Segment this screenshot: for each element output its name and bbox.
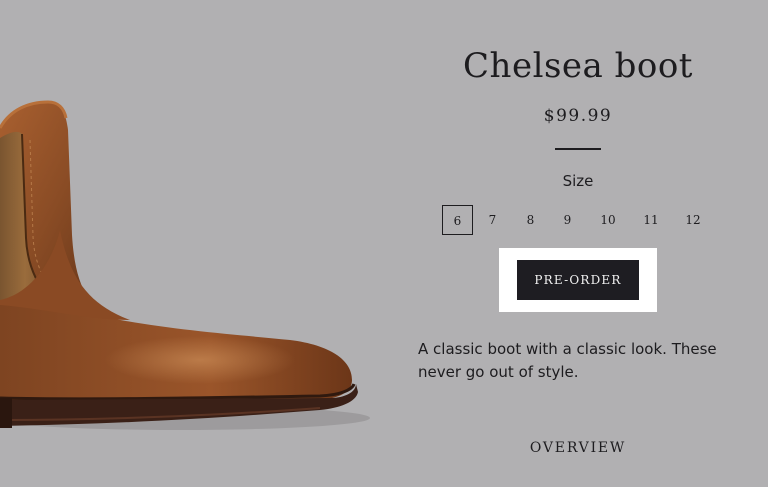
product-description: A classic boot with a classic look. Thes… xyxy=(418,340,717,381)
size-option-12[interactable]: 12 xyxy=(672,205,714,235)
product-title: Chelsea boot xyxy=(463,46,693,86)
product-price: $99.99 xyxy=(543,106,613,126)
size-selector: 6 7 8 9 10 11 12 xyxy=(442,205,714,235)
overview-tab[interactable]: OVERVIEW xyxy=(420,440,736,456)
size-option-8[interactable]: 8 xyxy=(512,205,549,235)
size-option-11[interactable]: 11 xyxy=(630,205,672,235)
size-option-9[interactable]: 9 xyxy=(549,205,586,235)
size-label: Size xyxy=(562,172,594,190)
product-image xyxy=(0,0,400,487)
size-option-6[interactable]: 6 xyxy=(442,205,473,235)
title-divider xyxy=(555,148,601,150)
size-option-10[interactable]: 10 xyxy=(586,205,630,235)
preorder-highlight: PRE-ORDER xyxy=(499,248,657,312)
size-option-7[interactable]: 7 xyxy=(473,205,512,235)
preorder-button[interactable]: PRE-ORDER xyxy=(517,260,639,300)
